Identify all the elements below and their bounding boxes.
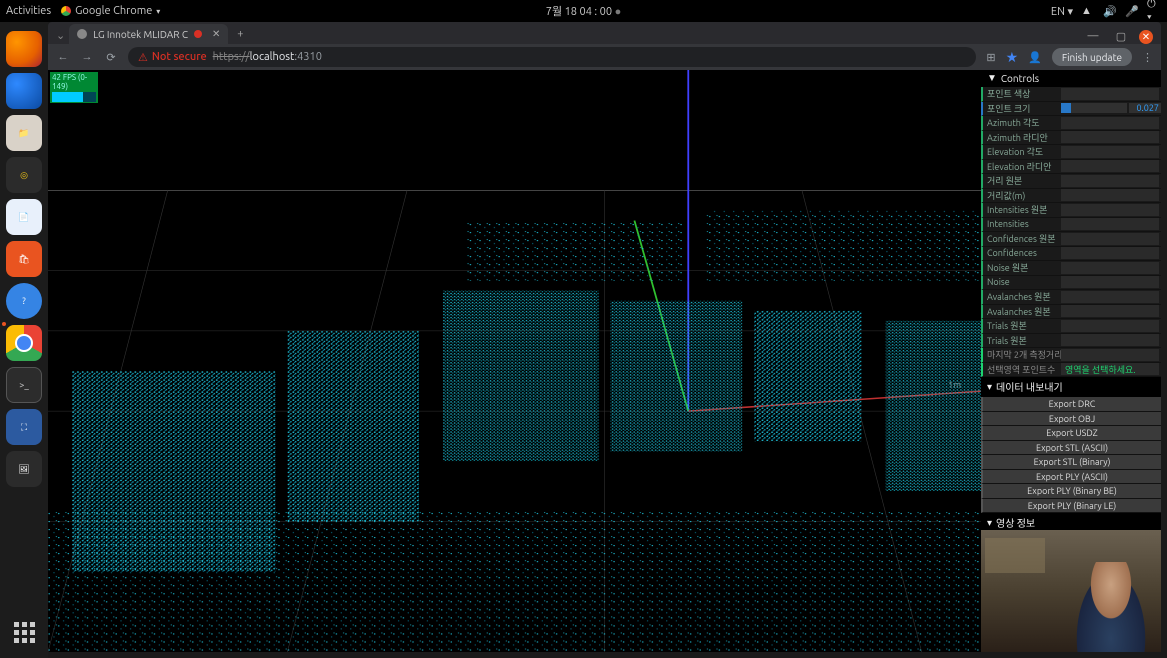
forward-button[interactable]: →: [80, 51, 94, 63]
new-tab-button[interactable]: +: [230, 24, 250, 44]
control-row[interactable]: 포인트 색상: [981, 87, 1161, 102]
lang-indicator[interactable]: EN ▾: [1051, 5, 1073, 18]
browser-tab[interactable]: LG Innotek MLIDAR C ✕: [69, 24, 228, 44]
dock-files[interactable]: 📁: [6, 115, 42, 151]
control-row[interactable]: Intensities: [981, 218, 1161, 233]
tab-favicon-icon: [77, 29, 87, 39]
dock-screenshot[interactable]: ⛶: [6, 409, 42, 445]
summary-row: 선택영역 포인트수영역을 선택하세요.: [981, 363, 1161, 378]
reload-button[interactable]: ⟳: [104, 51, 118, 64]
window-close-icon[interactable]: ✕: [1139, 30, 1153, 44]
dock-rhythmbox[interactable]: ◎: [6, 157, 42, 193]
control-row[interactable]: Confidences: [981, 247, 1161, 262]
chrome-menu-icon[interactable]: ⋮: [1142, 51, 1153, 64]
current-app[interactable]: Google Chrome ▾: [61, 5, 160, 17]
control-row[interactable]: Elevation 각도: [981, 145, 1161, 160]
control-row[interactable]: 거리값(m): [981, 189, 1161, 204]
install-app-icon[interactable]: ⊞: [986, 51, 995, 64]
dock-firefox[interactable]: [6, 31, 42, 67]
recording-indicator-icon: [194, 30, 202, 38]
export-button[interactable]: Export PLY (ASCII): [981, 470, 1161, 485]
camera-thumbnail: [981, 530, 1161, 652]
window-maximize-icon[interactable]: ▢: [1111, 30, 1131, 44]
control-row[interactable]: Confidences 원본: [981, 232, 1161, 247]
control-row[interactable]: Trials 원본: [981, 334, 1161, 349]
control-row[interactable]: Avalanches 원본: [981, 290, 1161, 305]
export-button[interactable]: Export STL (ASCII): [981, 441, 1161, 456]
address-bar: ← → ⟳ ⚠ Not secure https://localhost:431…: [48, 44, 1161, 70]
tab-close-icon[interactable]: ✕: [212, 28, 220, 40]
control-row[interactable]: Noise: [981, 276, 1161, 291]
export-button[interactable]: Export PLY (Binary LE): [981, 499, 1161, 514]
dock-writer[interactable]: 📄: [6, 199, 42, 235]
control-row[interactable]: 거리 원본: [981, 174, 1161, 189]
folder-controls[interactable]: ▼ Controls: [981, 70, 1161, 87]
dock-terminal[interactable]: >_: [6, 367, 42, 403]
activities-button[interactable]: Activities: [6, 5, 51, 17]
back-button[interactable]: ←: [56, 51, 70, 63]
search-tabs-icon[interactable]: ⌄: [56, 29, 65, 42]
url-input[interactable]: ⚠ Not secure https://localhost:4310: [128, 47, 976, 67]
dock-software[interactable]: 🛍: [6, 241, 42, 277]
export-button[interactable]: Export STL (Binary): [981, 455, 1161, 470]
control-row[interactable]: Azimuth 각도: [981, 116, 1161, 131]
clock[interactable]: 7월 18 04 : 00 ●: [546, 3, 622, 19]
warning-icon: ⚠: [138, 51, 148, 64]
chrome-window: ⌄ LG Innotek MLIDAR C ✕ + — ▢ ✕ ← → ⟳ ⚠ …: [48, 22, 1161, 652]
dock-thunderbird[interactable]: [6, 73, 42, 109]
folder-export[interactable]: ▾ 데이터 내보내기: [981, 377, 1161, 397]
dock-image[interactable]: 🖼: [6, 451, 42, 487]
chrome-icon: [61, 6, 71, 16]
tab-title: LG Innotek MLIDAR C: [93, 29, 188, 40]
dock-show-apps[interactable]: [6, 614, 42, 650]
volume-icon[interactable]: 🔊: [1103, 4, 1117, 18]
dock-help[interactable]: ?: [6, 283, 42, 319]
summary-row: 마지막 2개 측정거리: [981, 348, 1161, 363]
finish-update-button[interactable]: Finish update: [1052, 48, 1132, 66]
gnome-topbar: Activities Google Chrome ▾ 7월 18 04 : 00…: [0, 0, 1167, 22]
control-row[interactable]: Trials 원본: [981, 319, 1161, 334]
control-row[interactable]: Elevation 라디안: [981, 160, 1161, 175]
export-button[interactable]: Export OBJ: [981, 412, 1161, 427]
security-indicator[interactable]: ⚠ Not secure: [138, 51, 207, 64]
window-minimize-icon[interactable]: —: [1083, 30, 1103, 44]
mic-icon[interactable]: 🎤: [1125, 4, 1139, 18]
tab-strip: ⌄ LG Innotek MLIDAR C ✕ + — ▢ ✕: [48, 22, 1161, 44]
export-button[interactable]: Export USDZ: [981, 426, 1161, 441]
bookmark-star-icon[interactable]: ★: [1006, 49, 1019, 66]
profile-icon[interactable]: 👤: [1028, 51, 1042, 64]
control-row[interactable]: Azimuth 라디안: [981, 131, 1161, 146]
network-icon[interactable]: ▲: [1081, 4, 1095, 18]
control-row[interactable]: Avalanches 원본: [981, 305, 1161, 320]
dock-chrome[interactable]: [6, 325, 42, 361]
power-icon[interactable]: ⏻ ▾: [1147, 4, 1161, 18]
export-button[interactable]: Export DRC: [981, 397, 1161, 412]
ubuntu-dock: 📁 ◎ 📄 🛍 ? >_ ⛶ 🖼: [0, 22, 48, 658]
control-row[interactable]: Intensities 원본: [981, 203, 1161, 218]
lidar-viewer-page: 42 FPS (0-149) 1m: [48, 70, 1161, 652]
export-button[interactable]: Export PLY (Binary BE): [981, 484, 1161, 499]
control-row[interactable]: Noise 원본: [981, 261, 1161, 276]
control-row[interactable]: 포인트 크기0.027: [981, 102, 1161, 117]
